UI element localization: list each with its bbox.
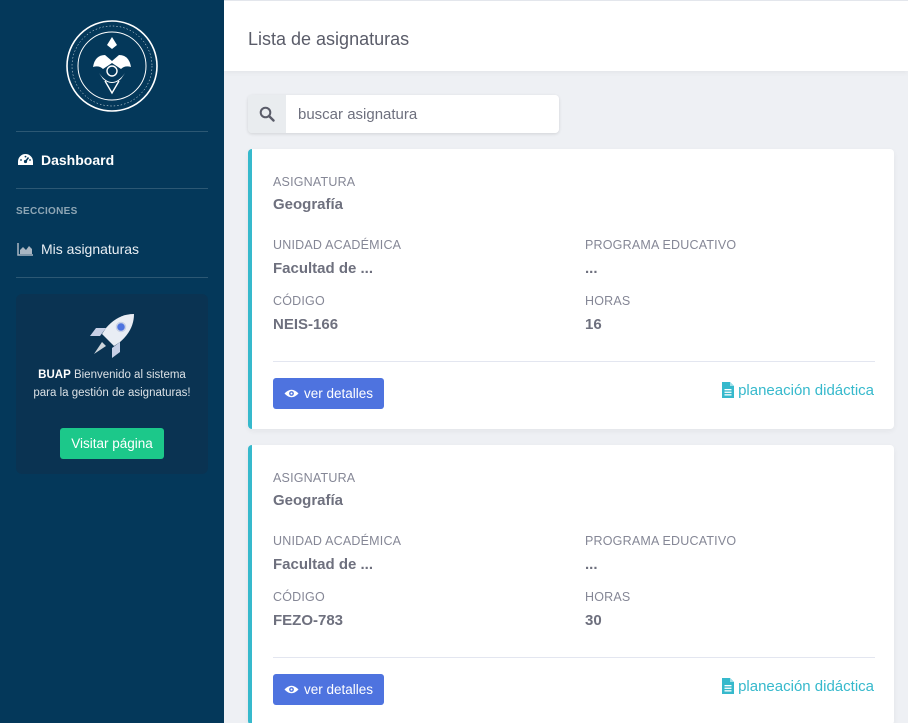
unidad-value: Facultad de ... [273, 260, 374, 277]
promo-text: BUAP Bienvenido al sistema para la gesti… [28, 366, 196, 402]
sidebar: Dashboard SECCIONES Mis asignaturas BUAP… [0, 0, 224, 723]
planeacion-didactica-label: planeación didáctica [738, 381, 874, 399]
card-divider [273, 361, 875, 362]
horas-value: 16 [585, 316, 602, 333]
eye-icon [284, 388, 299, 399]
programa-value: ... [585, 556, 598, 573]
search-icon [259, 106, 275, 122]
tachometer-icon [17, 153, 34, 167]
ver-detalles-button[interactable]: ver detalles [273, 674, 384, 705]
sidebar-item-mis-asignaturas[interactable]: Mis asignaturas [17, 237, 139, 261]
codigo-value: NEIS-166 [273, 316, 339, 333]
planeacion-didactica-label: planeación didáctica [738, 677, 874, 695]
asignatura-label: ASIGNATURA [273, 471, 356, 485]
search-bar [248, 95, 559, 133]
sidebar-item-label: Mis asignaturas [41, 241, 140, 257]
page-title: Lista de asignaturas [248, 29, 410, 49]
planeacion-didactica-link[interactable]: planeación didáctica [722, 676, 874, 696]
asignatura-value: Geografía [273, 196, 344, 213]
programa-label: PROGRAMA EDUCATIVO [585, 238, 737, 252]
horas-value: 30 [585, 612, 602, 629]
ver-detalles-label: ver detalles [303, 386, 374, 401]
rocket-icon [90, 314, 134, 358]
sidebar-divider [16, 131, 208, 132]
search-input[interactable] [286, 95, 559, 133]
ver-detalles-button[interactable]: ver detalles [273, 378, 384, 409]
unidad-value: Facultad de ... [273, 556, 374, 573]
file-text-icon [722, 382, 735, 398]
asignatura-value: Geografía [273, 492, 344, 509]
eye-icon [284, 684, 299, 695]
area-chart-icon [17, 242, 34, 256]
programa-label: PROGRAMA EDUCATIVO [585, 534, 737, 548]
unidad-label: UNIDAD ACADÉMICA [273, 534, 402, 548]
sidebar-divider [16, 277, 208, 278]
codigo-label: CÓDIGO [273, 590, 325, 604]
horas-label: HORAS [585, 294, 631, 308]
file-text-icon [722, 678, 735, 694]
card-divider [273, 657, 875, 658]
university-seal-icon[interactable] [65, 19, 159, 113]
asignatura-label: ASIGNATURA [273, 175, 356, 189]
ver-detalles-label: ver detalles [303, 682, 374, 697]
course-card: ASIGNATURA Geografía UNIDAD ACADÉMICA Fa… [248, 149, 894, 429]
codigo-label: CÓDIGO [273, 294, 325, 308]
sidebar-item-label: Dashboard [41, 152, 115, 168]
programa-value: ... [585, 260, 598, 277]
promo-brand: BUAP [38, 369, 71, 381]
sidebar-section-heading: SECCIONES [16, 206, 78, 217]
visit-page-button[interactable]: Visitar página [60, 428, 164, 459]
unidad-label: UNIDAD ACADÉMICA [273, 238, 402, 252]
course-card: ASIGNATURA Geografía UNIDAD ACADÉMICA Fa… [248, 445, 894, 723]
promo-card: BUAP Bienvenido al sistema para la gesti… [16, 294, 208, 474]
codigo-value: FEZO-783 [273, 612, 344, 629]
planeacion-didactica-link[interactable]: planeación didáctica [722, 380, 874, 400]
horas-label: HORAS [585, 590, 631, 604]
sidebar-divider [16, 188, 208, 189]
search-button[interactable] [248, 95, 286, 133]
topbar: Lista de asignaturas [224, 0, 908, 71]
sidebar-item-dashboard[interactable]: Dashboard [17, 148, 114, 172]
